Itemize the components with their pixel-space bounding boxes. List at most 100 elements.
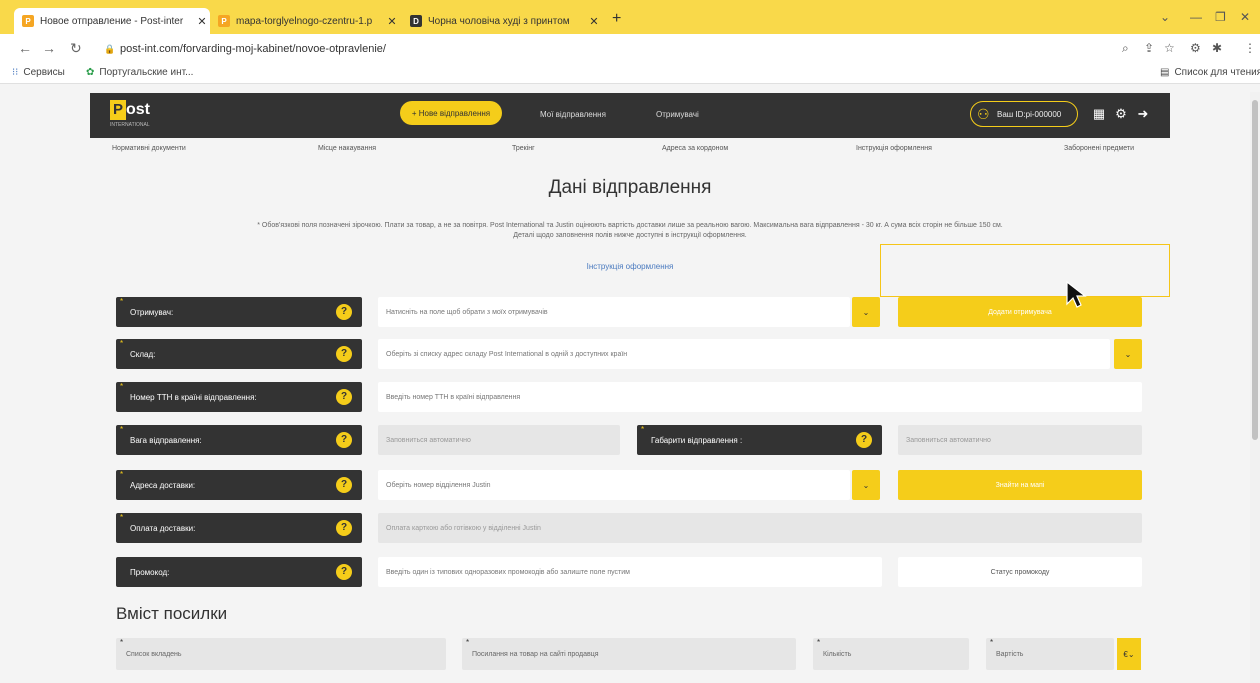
user-id-pill[interactable]: ⚇ Ваш ID:pi-000000 [970,101,1078,127]
puzzle-icon[interactable]: ✱ [1212,41,1222,55]
help-icon[interactable]: ? [336,346,352,362]
close-window-icon[interactable]: ✕ [1240,10,1250,24]
payment-label: * Оплата доставки: ? [116,513,362,543]
required-star: * [120,638,124,647]
bookmark-portuguese[interactable]: ✿ Португальские инт... [86,67,193,78]
help-icon[interactable]: ? [336,432,352,448]
nav-my-shipments[interactable]: Мої відправлення [540,110,606,119]
weight-label: * Вага відправлення: ? [116,425,362,455]
parcel-section-title: Вміст посилки [116,604,228,623]
tab-title: Чорна чоловіча худі з принтом [428,15,570,27]
tab-close-icon[interactable]: ✕ [194,15,210,28]
minimize-icon[interactable]: — [1190,10,1202,24]
warehouse-label: * Склад: ? [116,339,362,369]
dimensions-label-text: Габарити відправлення : [651,435,743,445]
post-favicon-icon: P [22,15,34,27]
subnav-shopping[interactable]: Місце накаування [318,145,376,152]
new-tab-button[interactable]: + [612,10,621,28]
items-list-field[interactable]: * Список вкладень [116,638,446,670]
zoom-icon[interactable]: ⌕ [1122,41,1129,56]
help-icon[interactable]: ? [856,432,872,448]
browser-tab-1[interactable]: P Новое отправление - Post-inter ✕ [14,8,210,34]
help-icon[interactable]: ? [336,520,352,536]
price-label: Вартість [996,650,1024,658]
help-icon[interactable]: ? [336,304,352,320]
browser-tab-2[interactable]: P mapa-torglyelnogo-czentru-1.p ✕ [210,8,400,34]
logout-icon[interactable]: ➜ [1136,107,1150,121]
reading-list[interactable]: ▤ Список для чтения [1160,67,1260,78]
bookmark-services[interactable]: ⁝⁝ Сервисы [12,67,65,78]
subnav-tracking[interactable]: Трекінг [512,145,535,152]
ttn-input[interactable]: Введіть номер ТТН в країні відправлення [378,382,1142,412]
currency-select[interactable]: € ⌄ [1117,638,1141,670]
recipient-select[interactable]: Натисніть на поле щоб обрати з моїх отри… [378,297,850,327]
add-recipient-button[interactable]: Додати отримувача [898,297,1142,327]
warehouse-select[interactable]: Оберіть зі списку адрес складу Post Inte… [378,339,1110,369]
user-id: Ваш ID:pi-000000 [997,109,1062,119]
promo-label-text: Промокод: [130,567,170,577]
apps-grid-icon: ⁝⁝ [12,67,19,78]
bookmark-star-icon[interactable]: ☆ [1164,41,1175,55]
logo-mark: P [110,100,126,120]
items-list-label: Список вкладень [126,650,182,658]
post-favicon-icon: P [218,15,230,27]
subnav-address-abroad[interactable]: Адреса за кордоном [662,145,728,152]
tab-close-icon[interactable]: ✕ [586,15,602,28]
price-field[interactable]: * Вартість [986,638,1114,670]
user-icon: ⚇ [977,106,990,122]
promo-input[interactable]: Введіть один із типових одноразових пром… [378,557,882,587]
required-star: * [466,638,470,647]
logo-text: ost [126,101,150,118]
menu-icon[interactable]: ⋮ [1244,41,1256,55]
tab-search-icon[interactable]: ⌄ [1160,10,1170,24]
payment-field: Оплата карткою або готівкою у відділенні… [378,513,1142,543]
help-icon[interactable]: ? [336,389,352,405]
tab-close-icon[interactable]: ✕ [384,15,400,28]
required-star: * [817,638,821,647]
required-star: * [641,425,645,434]
ttn-label-text: Номер ТТН в країні відправлення: [130,392,257,402]
product-link-field[interactable]: * Посилання на товар на сайті продавця [462,638,796,670]
promo-status-button[interactable]: Статус промокоду [898,557,1142,587]
settings-gear-icon[interactable]: ⚙ [1114,107,1128,121]
subnav-instructions[interactable]: Інструкція оформлення [856,145,932,152]
recipient-dropdown-chevron-icon[interactable]: ⌄ [852,297,880,327]
browser-tab-3[interactable]: D Чорна чоловіча худі з принтом ✕ [402,8,602,34]
extension-icon[interactable]: ⚙ [1190,41,1201,55]
help-icon[interactable]: ? [336,477,352,493]
find-on-map-button[interactable]: Знайти на мапі [898,470,1142,500]
forward-icon[interactable]: → [42,40,56,56]
ttn-label: * Номер ТТН в країні відправлення: ? [116,382,362,412]
help-icon[interactable]: ? [336,564,352,580]
scrollbar-thumb[interactable] [1252,100,1258,440]
address-select[interactable]: Оберіть номер відділення Justin [378,470,850,500]
reload-icon[interactable]: ↻ [70,40,82,57]
nav-new-shipment[interactable]: + Нове відправлення [400,101,502,125]
required-star: * [120,513,124,522]
address-label-text: Адреса доставки: [130,480,196,490]
required-star: * [120,470,124,479]
site-logo[interactable]: P ost INTERNATIONAL [110,100,160,130]
warehouse-dropdown-chevron-icon[interactable]: ⌄ [1114,339,1142,369]
subnav-prohibited[interactable]: Заборонені предмети [1064,145,1134,152]
lock-icon: 🔒 [104,43,116,54]
url-field[interactable]: 🔒 post-int.com/forvarding-moj-kabinet/no… [98,38,1173,60]
quantity-field[interactable]: * Кількість [813,638,969,670]
back-icon[interactable]: ← [18,40,32,56]
bookmark-label: Сервисы [23,67,65,78]
tab-title: Новое отправление - Post-inter [40,15,184,27]
share-icon[interactable]: ⇪ [1144,41,1154,55]
page-title: Дані відправлення [548,177,712,198]
reading-list-icon: ▤ [1160,67,1170,78]
restore-icon[interactable]: ❐ [1215,10,1226,24]
calculator-icon[interactable]: ▦ [1092,107,1106,121]
tab-title: mapa-torglyelnogo-czentru-1.p [236,15,373,27]
notice-text: * Обов'язкові поля позначені зірочкою. П… [120,221,1140,241]
address-dropdown-chevron-icon[interactable]: ⌄ [852,470,880,500]
weight-label-text: Вага відправлення: [130,435,202,445]
required-star: * [120,425,124,434]
notice-line-1: * Обов'язкові поля позначені зірочкою. П… [257,222,1003,229]
nav-recipients[interactable]: Отримувачі [656,110,699,119]
payment-label-text: Оплата доставки: [130,523,196,533]
subnav-documents[interactable]: Нормативні документи [112,145,186,152]
